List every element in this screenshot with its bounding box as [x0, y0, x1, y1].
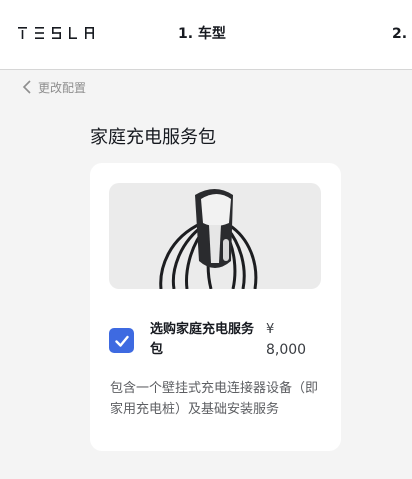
check-icon [114, 335, 129, 347]
step-1-model-tab[interactable]: 1. 车型 [178, 23, 226, 43]
wall-connector-image [109, 183, 321, 289]
step-2-tab[interactable]: 2. 外 [392, 23, 412, 43]
home-charging-checkbox[interactable] [109, 328, 134, 353]
option-name[interactable]: 选购家庭充电服务包 [150, 320, 266, 360]
tesla-logo[interactable] [18, 27, 94, 39]
option-price: 8,000 [266, 342, 307, 358]
home-charging-option-card: 选购家庭充电服务包 ¥ 8,000 包含一个壁挂式充电连接器设备（即家用充电桩）… [90, 163, 341, 451]
back-to-configuration-link[interactable]: 更改配置 [22, 78, 86, 96]
top-navigation-bar: 1. 车型 2. 外 [0, 0, 412, 70]
option-description: 包含一个壁挂式充电连接器设备（即家用充电桩）及基础安装服务 [110, 381, 319, 417]
section-title: 家庭充电服务包 [90, 127, 216, 148]
back-link-label: 更改配置 [38, 80, 87, 95]
chevron-left-icon [22, 80, 31, 94]
price-currency: ¥ [266, 322, 275, 337]
